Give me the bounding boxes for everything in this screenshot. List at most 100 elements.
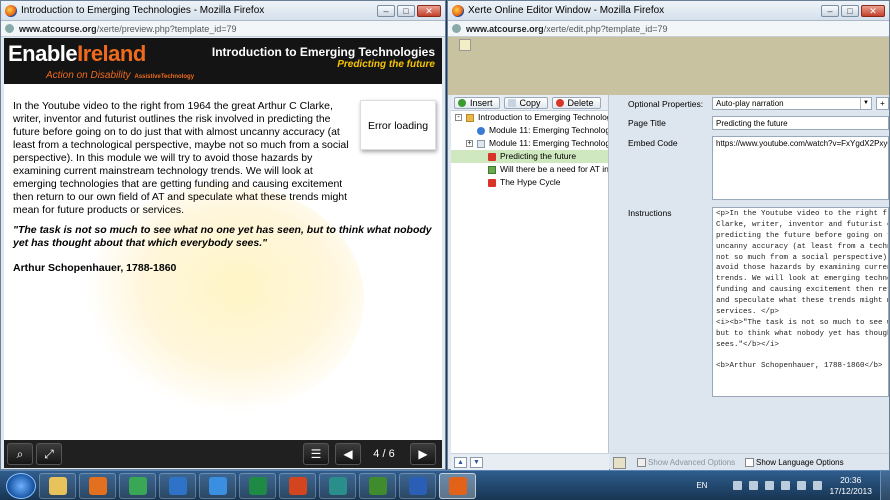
taskbar-outlook[interactable] [159,472,196,499]
taskbar-explorer[interactable] [39,472,76,499]
properties-pane: Optional Properties: Auto-play narration… [610,95,889,453]
embed-code-field[interactable]: https://www.youtube.com/watch?v=FxYgdX2P… [712,136,889,200]
editor-window-title: Xerte Online Editor Window - Mozilla Fir… [468,5,665,16]
instructions-line: <p>In the Youtube video to the right fro… [716,210,888,218]
glossary-icon[interactable]: ⌕ [7,443,33,465]
publisher-icon [328,476,347,495]
embed-code-label: Embed Code [628,138,678,148]
minimize-button[interactable]: – [821,4,839,17]
enable-ireland-logo: EnableIreland [8,41,146,66]
preview-window-title: Introduction to Emerging Technologies - … [21,5,265,16]
editor-address-bar[interactable]: www.atcourse.org/xerte/edit.php?template… [448,21,889,37]
start-button[interactable] [6,472,36,499]
instructions-line: Clarke, writer, inventor and futurist ou… [716,220,888,229]
maximize-button[interactable]: □ [841,4,859,17]
tree-item-label: Module 11: Emerging Technologies [489,125,608,135]
show-advanced-checkbox[interactable] [637,458,646,467]
site-icon [5,24,14,33]
editor-window: Xerte Online Editor Window - Mozilla Fir… [447,0,890,471]
chevron-down-icon: ▼ [860,98,871,109]
site-icon [452,24,461,33]
url-path: /xerte/edit.php?template_id=79 [543,23,668,34]
instructions-editor[interactable]: <p>In the Youtube video to the right fro… [712,207,889,397]
flag-icon[interactable] [765,481,775,490]
instructions-line: trends. We will look at emerging technol… [716,275,889,284]
taskbar-powerpoint[interactable] [279,472,316,499]
editor-titlebar[interactable]: Xerte Online Editor Window - Mozilla Fir… [448,1,889,21]
player-nav-bar: ⌕ ⤢ ☰ ◀ 4 / 6 ▶ [4,440,442,468]
structure-footer: ▲ ▼ [451,453,609,471]
taskbar-firefox[interactable] [439,472,476,499]
taskbar-media-player[interactable] [79,472,116,499]
info-icon [477,127,485,135]
close-button[interactable]: ✕ [861,4,885,17]
instructions-label: Instructions [628,208,672,218]
expand-icon[interactable]: + [466,140,473,147]
optional-properties-label: Optional Properties: [628,99,704,109]
network-icon[interactable] [797,481,807,490]
tray-arrow-icon[interactable] [733,481,743,490]
course-header: EnableIreland Action on Disability Assist… [4,38,442,84]
show-desktop-button[interactable] [880,471,890,500]
page-menu-icon[interactable]: ☰ [303,443,329,465]
properties-footer: Show Advanced Options Show Language Opti… [610,453,889,471]
show-language-label: Show Language Options [756,458,844,467]
folder-icon [466,114,474,122]
optional-properties-select[interactable]: Auto-play narration ▼ [712,97,872,110]
insert-button[interactable]: Insert [454,96,500,109]
minimize-button[interactable]: – [377,4,395,17]
project-icon [368,476,387,495]
firefox-icon [5,4,17,17]
preview-address-bar[interactable]: www.atcourse.org/xerte/preview.php?templ… [1,21,445,37]
tree-item[interactable]: Module 11: Emerging Technologies [451,124,608,137]
language-indicator[interactable]: EN [696,481,707,490]
tree-item-label: Will there be a need for AT in the futur… [500,164,608,174]
instructions-line: but to think what nobody yet has thought… [716,329,888,338]
project-icon[interactable] [459,39,471,51]
add-property-button[interactable]: + [876,97,889,110]
tray-app-icon[interactable] [749,481,759,490]
tree-item[interactable]: The Hype Cycle [451,176,608,189]
clock[interactable]: 20:36 17/12/2013 [829,475,872,497]
fullscreen-icon[interactable]: ⤢ [36,443,62,465]
page-title-field[interactable]: Predicting the future [712,116,889,130]
clock-date: 17/12/2013 [829,485,872,496]
url-path: /xerte/preview.php?template_id=79 [96,23,237,34]
move-up-icon[interactable]: ▲ [454,457,467,468]
taskbar-chrome[interactable] [119,472,156,499]
tree-item[interactable]: Will there be a need for AT in the futur… [451,163,608,176]
page-subtitle: Predicting the future [337,59,435,70]
show-language-checkbox[interactable] [745,458,754,467]
next-page-button[interactable]: ▶ [410,443,436,465]
tree-item[interactable]: - Introduction to Emerging Technologies [451,111,608,124]
list-icon [488,166,496,174]
media-player-icon [88,476,107,495]
tree-item[interactable]: Predicting the future [451,150,608,163]
maximize-button[interactable]: □ [397,4,415,17]
tree-item[interactable]: + Module 11: Emerging Technologies [451,137,608,150]
taskbar-publisher[interactable] [319,472,356,499]
instructions-line: <b>Arthur Schopenhauer, 1788-1860</b> [716,362,883,371]
power-icon[interactable] [781,481,791,490]
plus-icon [458,98,466,107]
delete-button[interactable]: Delete [551,96,601,109]
intro-paragraph: In the Youtube video to the right from 1… [13,100,349,216]
volume-icon[interactable] [813,481,823,490]
collapse-icon[interactable]: - [455,114,462,121]
taskbar-word[interactable] [399,472,436,499]
previous-page-button[interactable]: ◀ [335,443,361,465]
firefox-icon [452,4,464,17]
tree-item-label: Predicting the future [500,151,577,161]
system-tray: EN 20:36 17/12/2013 [696,471,890,500]
taskbar-excel[interactable] [239,472,276,499]
tree-item-label: The Hype Cycle [500,177,561,187]
instructions-line: avoid those hazards by examining current… [716,264,888,273]
close-button[interactable]: ✕ [417,4,441,17]
taskbar-project[interactable] [359,472,396,499]
taskbar-internet-explorer[interactable] [199,472,236,499]
instructions-line: funding and causing excitement then retu… [716,286,888,295]
move-down-icon[interactable]: ▼ [470,457,483,468]
flag-icon[interactable] [613,457,626,469]
preview-titlebar[interactable]: Introduction to Emerging Technologies - … [1,1,445,21]
copy-button[interactable]: Copy [503,96,548,109]
